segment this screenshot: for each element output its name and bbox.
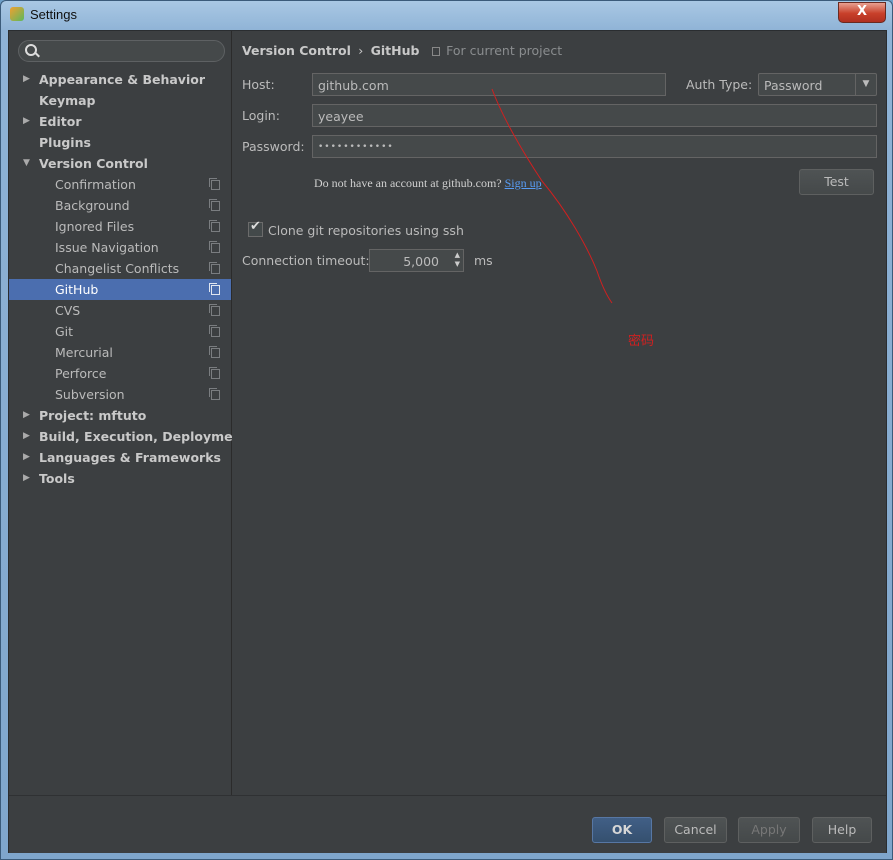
breadcrumb: Version Control › GitHub For current pro… [242, 43, 562, 58]
sidebar-item[interactable]: Subversion [9, 384, 231, 405]
sidebar-item[interactable]: Plugins [9, 132, 231, 153]
chevron-right-icon[interactable]: ▶ [23, 447, 30, 468]
window-title: Settings [30, 7, 77, 22]
sidebar-item-label: Ignored Files [55, 219, 135, 234]
project-scope-icon [209, 241, 220, 253]
timeout-value: 5,000 [403, 254, 439, 269]
project-scope-icon [209, 283, 220, 295]
sidebar-item[interactable]: Background [9, 195, 231, 216]
chevron-right-icon[interactable]: ▶ [23, 405, 30, 426]
sidebar-item[interactable]: ▶ Editor [9, 111, 231, 132]
chevron-right-icon[interactable]: ▶ [23, 468, 30, 489]
sidebar-item[interactable]: Changelist Conflicts [9, 258, 231, 279]
title-bar[interactable]: Settings X [1, 1, 892, 29]
dialog-footer: OK Cancel Apply Help [9, 795, 886, 853]
sidebar-item-label: Issue Navigation [55, 240, 159, 255]
annotation-arrow [491, 88, 613, 304]
timeout-spinner[interactable]: 5,000 ▲ ▼ [369, 249, 464, 272]
sidebar-item-label: Changelist Conflicts [55, 261, 180, 276]
sidebar-item[interactable]: Issue Navigation [9, 237, 231, 258]
settings-sidebar: ▶ Appearance & Behavior Keymap ▶ Editor Plugi… [9, 31, 247, 795]
auth-type-label: Auth Type: [686, 77, 753, 92]
annotation-text: 密码 [628, 334, 655, 349]
clone-ssh-label: Clone git repositories using ssh [268, 223, 464, 238]
sidebar-item-label: Perforce [55, 366, 107, 381]
login-label: Login: [242, 108, 280, 123]
clone-ssh-checkbox[interactable]: ✔ [248, 219, 263, 237]
chevron-right-icon[interactable]: ▶ [23, 111, 30, 132]
spinner-arrows-icon: ▲ ▼ [454, 251, 460, 268]
sidebar-item[interactable]: ▼ Version Control [9, 153, 231, 174]
auth-type-select[interactable]: Password ▼ [758, 73, 877, 96]
sidebar-item-label: Project: mftuto [39, 408, 147, 423]
breadcrumb-parent: Version Control [242, 43, 351, 58]
apply-button[interactable]: Apply [738, 817, 800, 843]
project-scope-icon [209, 178, 220, 190]
project-scope-icon [209, 220, 220, 232]
sidebar-item[interactable]: Confirmation [9, 174, 231, 195]
chevron-down-icon[interactable]: ▼ [23, 153, 30, 174]
help-button[interactable]: Help [812, 817, 872, 843]
project-scope-icon [209, 304, 220, 316]
project-scope-icon [209, 367, 220, 379]
sidebar-item-label: Subversion [55, 387, 125, 402]
sidebar-item[interactable]: ▶ Build, Execution, Deployment [9, 426, 247, 447]
sidebar-item-label: Mercurial [55, 345, 113, 360]
test-button[interactable]: Test [799, 169, 874, 195]
app-icon [10, 7, 24, 21]
sidebar-item-label: Languages & Frameworks [39, 450, 221, 465]
timeout-label: Connection timeout: [242, 253, 370, 268]
search-icon [25, 44, 37, 56]
auth-type-value: Password [764, 78, 823, 93]
settings-main: Version Control › GitHub For current pro… [232, 31, 886, 795]
search-input[interactable] [18, 40, 225, 62]
host-label: Host: [242, 77, 275, 92]
sidebar-item[interactable]: CVS [9, 300, 231, 321]
sidebar-item-label: Appearance & Behavior [39, 72, 205, 87]
breadcrumb-current: GitHub [370, 43, 420, 58]
sidebar-item[interactable]: Git [9, 321, 231, 342]
sidebar-item[interactable]: ▶ Appearance & Behavior [9, 69, 231, 90]
project-scope-icon [209, 346, 220, 358]
sidebar-item-label: Tools [39, 471, 75, 486]
sidebar-item-label: Keymap [39, 93, 96, 108]
sidebar-item[interactable]: ▶ Tools [9, 468, 231, 489]
project-scope-icon [209, 199, 220, 211]
sidebar-item[interactable]: Keymap [9, 90, 231, 111]
password-label: Password: [242, 139, 305, 154]
checkmark-icon: ✔ [250, 219, 261, 234]
settings-client: ▶ Appearance & Behavior Keymap ▶ Editor Plugi… [8, 30, 887, 853]
sidebar-item-label: Plugins [39, 135, 91, 150]
sidebar-item-label: Build, Execution, Deployment [39, 429, 248, 444]
breadcrumb-separator: › [358, 43, 364, 58]
sidebar-item-label: GitHub [55, 282, 99, 297]
project-scope-icon [209, 262, 220, 274]
sidebar-item-label: Git [55, 324, 74, 339]
project-scope-icon [209, 388, 220, 400]
breadcrumb-scope: For current project [446, 43, 563, 58]
ok-button[interactable]: OK [592, 817, 652, 843]
project-scope-icon [209, 325, 220, 337]
sidebar-item-label: Editor [39, 114, 82, 129]
sidebar-item[interactable]: Perforce [9, 363, 231, 384]
sidebar-item-label: Background [55, 198, 130, 213]
project-scope-icon [431, 47, 440, 56]
sidebar-item[interactable]: Ignored Files [9, 216, 231, 237]
cancel-button[interactable]: Cancel [664, 817, 727, 843]
chevron-right-icon[interactable]: ▶ [23, 426, 30, 447]
settings-window: Settings X ▶ Appearance & Behavior Keymap ▶… [0, 0, 893, 860]
sidebar-item[interactable]: GitHub [9, 279, 231, 300]
sidebar-item[interactable]: ▶ Languages & Frameworks [9, 447, 231, 468]
sidebar-item-label: CVS [55, 303, 81, 318]
chevron-right-icon[interactable]: ▶ [23, 69, 30, 90]
sidebar-item-label: Version Control [39, 156, 148, 171]
sidebar-item-label: Confirmation [55, 177, 136, 192]
close-button[interactable]: X [838, 2, 886, 23]
sidebar-item[interactable]: ▶ Project: mftuto [9, 405, 231, 426]
chevron-down-icon: ▼ [855, 74, 876, 95]
sidebar-item[interactable]: Mercurial [9, 342, 231, 363]
